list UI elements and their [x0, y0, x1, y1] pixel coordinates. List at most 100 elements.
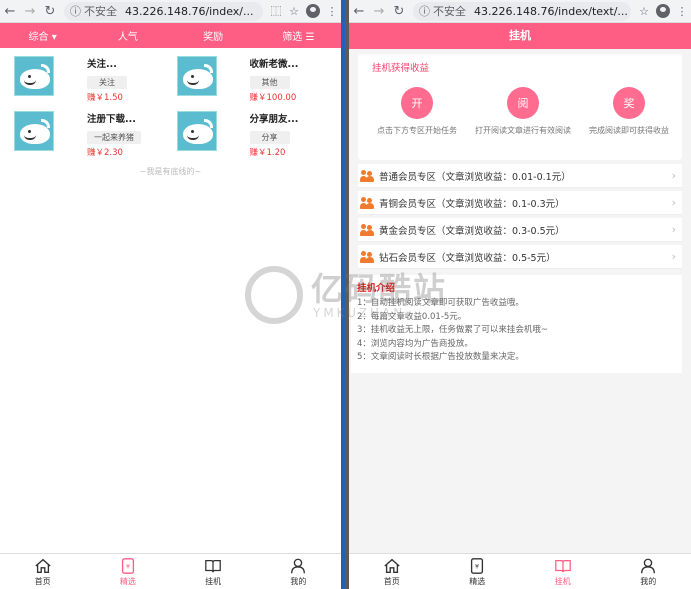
- url-text: 43.226.148.76/index/text/...: [474, 4, 628, 18]
- task-tag: 一起来养猪: [87, 131, 141, 144]
- users-icon: [360, 223, 374, 236]
- task-title: 分享朋友...: [249, 114, 299, 125]
- left-browser-window: ← → ↻ ⓘ 不安全 43.226.148.76/index/... ⿰ ☆ …: [0, 0, 341, 589]
- tab-reward[interactable]: 奖励: [171, 28, 256, 43]
- nav-selected[interactable]: ¥ 精选: [85, 554, 170, 589]
- intro-line: 3：挂机收益无上限，任务做累了可以来挂会机哦~: [357, 325, 549, 335]
- task-card[interactable]: 关注... 关注 赚￥1.50: [14, 56, 167, 103]
- forward-arrow-icon[interactable]: →: [369, 4, 389, 19]
- nav-label: 我的: [640, 576, 657, 586]
- zone-normal[interactable]: 普通会员专区（文章浏览收益：0.01-0.1元） ›: [358, 164, 682, 188]
- star-icon[interactable]: ☆: [635, 5, 653, 18]
- home-icon: [384, 558, 400, 573]
- task-title: 关注...: [87, 59, 117, 70]
- chevron-right-icon: ›: [671, 169, 676, 182]
- nav-label: 精选: [469, 576, 486, 586]
- info-icon[interactable]: ⓘ: [70, 3, 81, 19]
- book-icon: [554, 559, 571, 572]
- intro-title: 挂机介绍: [357, 283, 396, 294]
- zone-label: 普通会员专区（文章浏览收益：0.01-0.1元）: [379, 171, 571, 183]
- insecure-label: 不安全: [433, 5, 466, 18]
- nav-label: 首页: [383, 576, 400, 586]
- back-arrow-icon[interactable]: ←: [349, 4, 369, 19]
- nav-hangup[interactable]: 挂机: [520, 554, 606, 589]
- reload-icon[interactable]: ↻: [389, 4, 409, 19]
- selected-icon: ¥: [471, 557, 484, 574]
- users-icon: [360, 169, 374, 182]
- earn-title: 挂机获得收益: [372, 63, 430, 74]
- task-card[interactable]: 分享朋友... 分享 赚￥1.20: [176, 111, 330, 158]
- zone-label: 黄金会员专区（文章浏览收益：0.3-0.5元）: [379, 225, 565, 237]
- info-icon[interactable]: ⓘ: [419, 3, 430, 19]
- bottom-nav: 首页 ¥ 精选 挂机 我的: [0, 553, 341, 589]
- zone-gold[interactable]: 黄金会员专区（文章浏览收益：0.3-0.5元） ›: [358, 218, 682, 242]
- address-bar[interactable]: ⓘ 不安全 43.226.148.76/index/...: [64, 1, 263, 21]
- step-read: 阅 打开阅读文章进行有效阅读: [470, 87, 576, 137]
- task-card[interactable]: 收新老微... 其他 赚￥100.00: [176, 56, 330, 103]
- tab-comprehensive[interactable]: 综合 ▾: [0, 28, 85, 43]
- task-tag: 其他: [249, 76, 290, 89]
- nav-mine[interactable]: 我的: [256, 554, 341, 589]
- svg-text:¥: ¥: [126, 563, 130, 570]
- window-divider: [341, 0, 349, 589]
- intro-line: 2：每篇文章收益0.01-5元。: [357, 311, 467, 322]
- reload-icon[interactable]: ↻: [40, 4, 60, 19]
- profile-avatar-icon[interactable]: [306, 4, 320, 18]
- browser-toolbar: ← → ↻ ⓘ 不安全 43.226.148.76/index/text/...…: [349, 0, 691, 23]
- step-circle: 阅: [507, 87, 539, 119]
- zone-bronze[interactable]: 青铜会员专区（文章浏览收益：0.1-0.3元） ›: [358, 191, 682, 215]
- nav-selected[interactable]: ¥ 精选: [435, 554, 521, 589]
- end-of-list-text: ~我是有底线的~: [139, 167, 202, 176]
- chevron-right-icon: ›: [671, 250, 676, 263]
- url-text: 43.226.148.76/index/...: [125, 4, 254, 18]
- filter-tabs: 综合 ▾ 人气 奖励 筛选 ☰: [0, 23, 341, 48]
- nav-label: 精选: [119, 576, 136, 586]
- step-circle: 奖: [613, 87, 645, 119]
- nav-label: 我的: [290, 576, 307, 586]
- nav-home[interactable]: 首页: [349, 554, 435, 589]
- svg-text:¥: ¥: [475, 563, 479, 570]
- translate-icon[interactable]: ⿰: [267, 3, 285, 19]
- user-icon: [291, 558, 306, 573]
- task-earn: 赚￥1.50: [87, 93, 123, 103]
- whale-thumbnail-icon: [176, 56, 217, 96]
- back-arrow-icon[interactable]: ←: [0, 4, 20, 19]
- tab-popularity[interactable]: 人气: [85, 28, 170, 43]
- intro-line: 4：浏览内容均为广告商投放。: [357, 338, 473, 349]
- tab-filter[interactable]: 筛选 ☰: [256, 28, 341, 43]
- zone-label: 钻石会员专区（文章浏览收益：0.5-5元）: [379, 252, 556, 264]
- whale-thumbnail-icon: [14, 111, 54, 151]
- step-text: 点击下方专区开始任务: [377, 126, 457, 135]
- star-icon[interactable]: ☆: [285, 5, 303, 18]
- nav-hangup[interactable]: 挂机: [171, 554, 256, 589]
- browser-toolbar: ← → ↻ ⓘ 不安全 43.226.148.76/index/... ⿰ ☆ …: [0, 0, 341, 23]
- step-reward: 奖 完成阅读即可获得收益: [576, 87, 682, 137]
- task-tag: 关注: [87, 76, 127, 89]
- task-title: 注册下载...: [87, 114, 136, 125]
- task-card[interactable]: 注册下载... 一起来养猪 赚￥2.30: [14, 111, 167, 158]
- profile-avatar-icon[interactable]: [656, 4, 670, 18]
- earn-steps-panel: 挂机获得收益 开 点击下方专区开始任务 阅 打开阅读文章进行有效阅读 奖 完成阅…: [358, 54, 682, 160]
- nav-mine[interactable]: 我的: [606, 554, 691, 589]
- users-icon: [360, 196, 374, 209]
- step-circle: 开: [401, 87, 433, 119]
- intro-line: 1：自动挂机阅读文章即可获取广告收益哦。: [357, 298, 524, 308]
- zone-label: 青铜会员专区（文章浏览收益：0.1-0.3元）: [379, 198, 565, 210]
- user-icon: [641, 558, 656, 573]
- address-bar[interactable]: ⓘ 不安全 43.226.148.76/index/text/...: [413, 1, 631, 21]
- insecure-label: 不安全: [84, 5, 117, 18]
- selected-icon: ¥: [121, 557, 134, 574]
- home-icon: [34, 558, 51, 573]
- menu-dots-icon[interactable]: ⋮: [673, 5, 691, 18]
- forward-arrow-icon[interactable]: →: [20, 4, 40, 19]
- book-icon: [205, 559, 221, 572]
- task-earn: 赚￥100.00: [249, 93, 297, 103]
- nav-home[interactable]: 首页: [0, 554, 85, 589]
- task-title: 收新老微...: [249, 59, 299, 70]
- nav-label: 挂机: [205, 576, 222, 586]
- menu-dots-icon[interactable]: ⋮: [323, 5, 341, 18]
- whale-thumbnail-icon: [176, 111, 217, 151]
- right-browser-window: ← → ↻ ⓘ 不安全 43.226.148.76/index/text/...…: [349, 0, 691, 589]
- chevron-right-icon: ›: [671, 223, 676, 236]
- zone-diamond[interactable]: 钻石会员专区（文章浏览收益：0.5-5元） ›: [358, 245, 682, 269]
